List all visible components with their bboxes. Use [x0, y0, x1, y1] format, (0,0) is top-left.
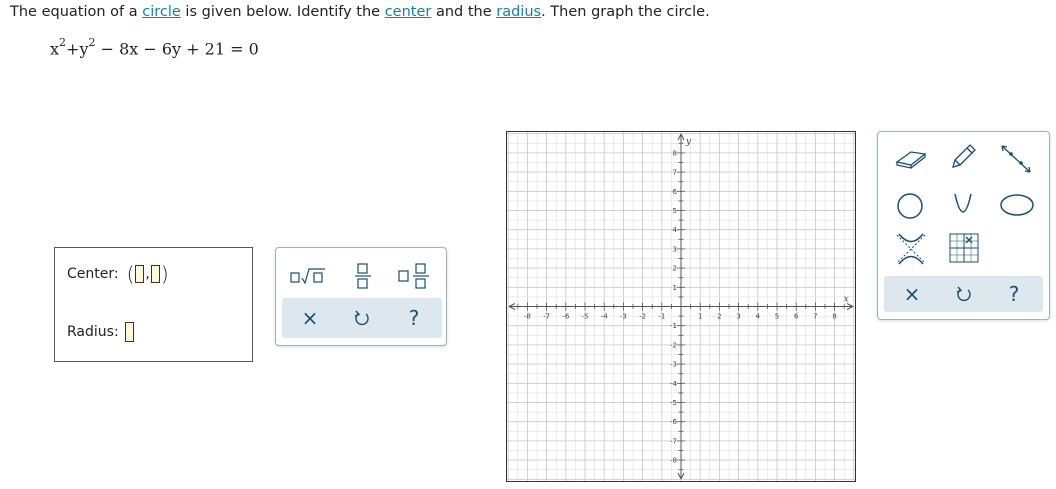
center-y-input[interactable]	[150, 265, 160, 283]
square-root-button[interactable]	[288, 262, 328, 290]
undo-button[interactable]	[348, 304, 376, 332]
center-link[interactable]: center	[385, 4, 432, 20]
graph-area[interactable]: -8 -7 -6 -5 -4 -3 -2 -1 1 2 3 4 5 6 7 8 8 7 6 5 4 3 2 1 -1 -2 -3 -4…	[506, 131, 856, 482]
y-tick-label: -3	[670, 361, 677, 369]
y-tick-label: 6	[673, 188, 678, 196]
x-tick-label: -5	[582, 313, 589, 321]
y-tick-label: -1	[670, 322, 677, 330]
point-plot-icon	[949, 233, 979, 263]
y-tick-label: -5	[670, 399, 677, 407]
mixed-number-button[interactable]	[394, 260, 434, 292]
radius-row: Radius:	[67, 322, 135, 342]
hyperbola-icon	[896, 233, 926, 265]
equation-exponent-1: 2	[59, 36, 67, 49]
radius-link[interactable]: radius	[496, 4, 541, 20]
y-tick-label: 4	[673, 226, 678, 234]
prompt-text-3: and the	[431, 4, 497, 20]
y-tick-label: 1	[673, 284, 677, 292]
graph-tools-panel: × ?	[877, 131, 1050, 320]
ellipse-tool[interactable]	[998, 190, 1036, 224]
center-label: Center:	[67, 266, 119, 282]
y-tick-label: 2	[673, 265, 677, 273]
coordinate-grid[interactable]: -8 -7 -6 -5 -4 -3 -2 -1 1 2 3 4 5 6 7 8 8 7 6 5 4 3 2 1 -1 -2 -3 -4…	[507, 132, 855, 481]
ellipse-icon	[1000, 194, 1034, 216]
x-tick-label: 7	[813, 313, 817, 321]
graph-help-button[interactable]: ?	[1000, 280, 1028, 308]
circle-link[interactable]: circle	[142, 4, 181, 20]
graph-undo-button[interactable]	[950, 280, 978, 308]
center-x-input[interactable]	[135, 265, 145, 283]
x-tick-label: 2	[717, 313, 721, 321]
undo-icon	[354, 310, 369, 326]
x-tick-label: 8	[832, 313, 836, 321]
square-root-icon	[290, 268, 325, 285]
fraction-button[interactable]	[348, 260, 378, 292]
x-tick-label: 6	[794, 313, 799, 321]
x-tick-label: -6	[562, 313, 570, 321]
y-tick-label: 8	[673, 149, 677, 157]
x-tick-label: 4	[756, 313, 761, 321]
equation-plus-y: +y	[66, 39, 89, 59]
x-tick-label: 3	[736, 313, 740, 321]
center-row: Center: ( , )	[67, 264, 169, 284]
keypad-action-bar: × ?	[282, 298, 442, 338]
circle-equation: x2+y2 − 8x − 6y + 21 = 0	[50, 36, 259, 59]
x-tick-label: -8	[524, 313, 531, 321]
prompt-text-1: The equation of a	[10, 4, 143, 20]
clear-icon: ×	[301, 306, 319, 330]
eraser-icon	[895, 151, 927, 169]
eraser-tool[interactable]	[894, 144, 928, 174]
y-tick-label: -7	[670, 437, 677, 445]
close-paren: )	[160, 262, 169, 286]
x-tick-label: -1	[658, 313, 665, 321]
line-tool[interactable]	[998, 142, 1034, 180]
help-icon: ?	[408, 306, 420, 330]
graph-clear-button[interactable]: ×	[898, 280, 926, 308]
x-tick-label: -2	[639, 313, 646, 321]
x-tick-label: -7	[543, 313, 550, 321]
circle-tool[interactable]	[894, 190, 926, 226]
x-axis-label: x	[844, 295, 849, 305]
answer-box: Center: ( , ) Radius:	[54, 247, 253, 362]
y-tick-label: -2	[670, 341, 677, 349]
radius-input[interactable]	[124, 322, 134, 342]
mixed-number-icon	[398, 263, 429, 289]
prompt-text-4: . Then graph the circle.	[541, 4, 710, 20]
radius-label: Radius:	[67, 324, 119, 340]
hyperbola-tool[interactable]	[894, 232, 928, 270]
parabola-tool[interactable]	[950, 190, 976, 224]
x-tick-label: -4	[601, 313, 609, 321]
pencil-icon	[952, 144, 976, 168]
equation-rest: − 8x − 6y + 21 = 0	[95, 39, 259, 59]
x-tick-label: 1	[698, 313, 702, 321]
parabola-icon	[954, 193, 972, 213]
graph-undo-icon	[956, 286, 971, 302]
circle-icon	[897, 193, 923, 219]
graph-tools-action-bar: × ?	[884, 276, 1043, 312]
y-tick-label: -4	[670, 380, 678, 388]
line-icon	[1001, 145, 1031, 173]
equation-exponent-2: 2	[88, 36, 96, 49]
math-keypad: × ?	[275, 247, 447, 346]
graph-clear-icon: ×	[903, 282, 921, 306]
pencil-tool[interactable]	[948, 142, 978, 176]
question-prompt: The equation of a circle is given below.…	[10, 4, 710, 20]
y-tick-label: 7	[673, 169, 677, 177]
equation-x: x	[50, 39, 60, 59]
y-tick-label: 3	[673, 245, 677, 253]
x-tick-label: -3	[620, 313, 627, 321]
y-tick-label: -8	[670, 457, 677, 465]
y-tick-label: 5	[673, 207, 677, 215]
point-plot-tool[interactable]	[948, 232, 980, 268]
help-button[interactable]: ?	[400, 304, 428, 332]
fraction-icon	[355, 263, 371, 289]
open-paren: (	[126, 262, 135, 286]
y-axis-label: y	[685, 137, 692, 147]
clear-button[interactable]: ×	[296, 304, 324, 332]
x-tick-label: 5	[775, 313, 779, 321]
graph-help-icon: ?	[1008, 282, 1020, 306]
prompt-text-2: is given below. Identify the	[180, 4, 385, 20]
y-tick-label: -6	[670, 418, 678, 426]
comma: ,	[145, 266, 150, 282]
